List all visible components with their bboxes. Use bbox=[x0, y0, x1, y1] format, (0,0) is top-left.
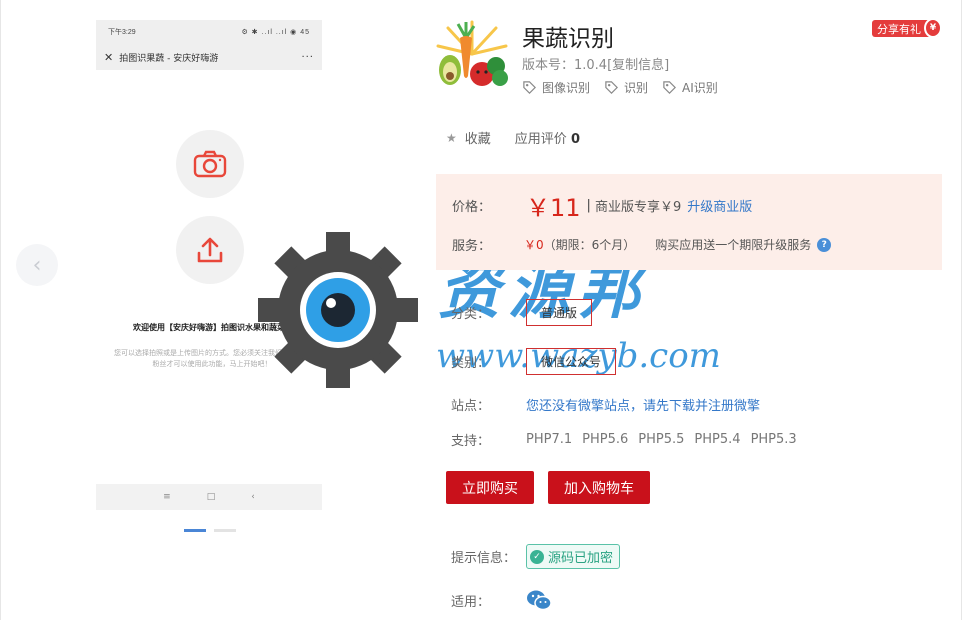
carousel-dots bbox=[184, 529, 236, 532]
rating-value: 0 bbox=[570, 132, 580, 147]
tag-icon bbox=[523, 81, 536, 94]
tag-icon bbox=[605, 81, 619, 94]
camera-icon bbox=[193, 150, 227, 178]
status-time: 下午3:29 bbox=[108, 29, 136, 36]
carousel-dot-1[interactable] bbox=[184, 529, 206, 532]
tag-label: 识别 bbox=[624, 81, 649, 95]
favorite-button[interactable]: ★ 收藏 bbox=[446, 128, 491, 148]
tag-item[interactable]: 图像识别 bbox=[522, 79, 590, 96]
service-period: （期限：6个月） bbox=[543, 238, 636, 252]
app-title: 果蔬识别 bbox=[522, 26, 614, 52]
phone-page-title: 拍图识果蔬 - 安庆好嗨游 bbox=[119, 53, 219, 64]
category-row: 类别： 微信公众号 bbox=[451, 348, 617, 375]
service-note: 购买应用送一个期限升级服务 bbox=[655, 238, 812, 252]
check-icon: ✓ bbox=[530, 549, 544, 564]
site-register-link[interactable]: 您还没有微擎站点，请先下载并注册微擎 bbox=[526, 395, 760, 414]
menu-icon: ≡ bbox=[163, 492, 171, 502]
help-icon[interactable]: ? bbox=[817, 237, 832, 252]
favorite-row: ★ 收藏 应用评价 0 bbox=[446, 128, 580, 148]
share-gift-badge[interactable]: 分享有礼 ¥ bbox=[872, 18, 942, 38]
php-version: PHP5.4 bbox=[694, 432, 741, 447]
price-value: ￥11 bbox=[526, 194, 581, 222]
pro-price: 商业版专享￥9 bbox=[594, 200, 682, 215]
service-label: 服务： bbox=[452, 239, 492, 254]
support-label: 支持： bbox=[451, 434, 491, 449]
support-row: 支持： PHP7.1 PHP5.6 PHP5.5 PHP5.4 PHP5.3 bbox=[451, 430, 797, 449]
hint-label: 提示信息： bbox=[451, 551, 517, 566]
carousel-prev-button[interactable]: ‹ bbox=[16, 244, 58, 286]
favorite-label: 收藏 bbox=[464, 132, 491, 147]
php-versions: PHP7.1 PHP5.6 PHP5.5 PHP5.4 PHP5.3 bbox=[526, 432, 797, 447]
price-row: 价格： ￥11 | 商业版专享￥9 升级商业版 bbox=[452, 188, 752, 223]
gift-icon: ¥ bbox=[924, 18, 942, 38]
upload-button bbox=[176, 216, 244, 284]
close-icon: ✕ bbox=[104, 50, 114, 64]
more-icon: ··· bbox=[301, 51, 314, 63]
phone-status-bar: 下午3:29 ⚙ ✱ ..ıl ..ıl ◉ 45 bbox=[96, 20, 322, 44]
edition-row: 分类： 普通版 bbox=[451, 299, 593, 326]
add-to-cart-button[interactable]: 加入购物车 bbox=[548, 471, 650, 504]
apply-label: 适用： bbox=[451, 594, 491, 610]
upgrade-link[interactable]: 升级商业版 bbox=[687, 196, 752, 215]
edition-label: 分类： bbox=[451, 307, 491, 322]
php-version: PHP7.1 bbox=[526, 432, 573, 447]
tag-label: AI识别 bbox=[682, 81, 718, 95]
tag-item[interactable]: 识别 bbox=[604, 79, 648, 96]
tag-label: 图像识别 bbox=[542, 81, 591, 95]
rating-label: 应用评价 bbox=[514, 132, 567, 147]
edition-option[interactable]: 普通版 bbox=[526, 299, 593, 326]
encrypted-label: 源码已加密 bbox=[548, 551, 614, 566]
version-label: 版本号：1.0.4 bbox=[522, 58, 608, 73]
rating[interactable]: 应用评价 0 bbox=[515, 128, 580, 147]
phone-nav-bar: ≡ □ ‹ bbox=[96, 484, 322, 510]
category-label: 类别： bbox=[451, 356, 491, 371]
site-row: 站点： 您还没有微擎站点，请先下载并注册微擎 bbox=[451, 395, 760, 414]
site-label: 站点： bbox=[451, 399, 491, 414]
hint-row: 提示信息： ✓ 源码已加密 bbox=[451, 544, 621, 569]
wechat-icon bbox=[527, 590, 552, 611]
php-version: PHP5.3 bbox=[750, 432, 797, 447]
price-label: 价格： bbox=[452, 200, 492, 215]
encrypted-badge: ✓ 源码已加密 bbox=[526, 544, 621, 569]
tag-item[interactable]: AI识别 bbox=[662, 79, 718, 96]
star-icon: ★ bbox=[446, 130, 457, 145]
copy-info-link[interactable]: [复制信息] bbox=[607, 58, 669, 73]
home-icon: □ bbox=[206, 492, 216, 502]
buy-now-button[interactable]: 立即购买 bbox=[446, 471, 534, 504]
version-info: 版本号：1.0.4[复制信息] bbox=[522, 54, 669, 73]
php-version: PHP5.6 bbox=[582, 432, 629, 447]
carousel-dot-2[interactable] bbox=[214, 529, 236, 532]
app-icon bbox=[436, 20, 508, 86]
category-option[interactable]: 微信公众号 bbox=[526, 348, 617, 375]
apply-row: 适用： bbox=[451, 589, 552, 611]
tag-icon bbox=[663, 81, 677, 94]
service-price: ￥0 bbox=[524, 238, 544, 252]
php-version: PHP5.5 bbox=[638, 432, 685, 447]
watermark-gear-logo bbox=[258, 232, 418, 388]
camera-button bbox=[176, 130, 244, 198]
upload-icon bbox=[197, 237, 223, 263]
price-panel: 价格： ￥11 | 商业版专享￥9 升级商业版 服务： ￥0 （期限：6个月） … bbox=[436, 174, 942, 270]
status-icons: ⚙ ✱ ..ıl ..ıl ◉ 45 bbox=[241, 29, 310, 36]
back-icon: ‹ bbox=[251, 492, 255, 502]
price-separator: | bbox=[586, 198, 591, 213]
share-label: 分享有礼 bbox=[877, 22, 921, 36]
service-row: 服务： ￥0 （期限：6个月） 购买应用送一个期限升级服务 ? bbox=[452, 235, 832, 254]
tag-list: 图像识别 识别 AI识别 bbox=[522, 79, 718, 96]
phone-title-bar: ✕ 拍图识果蔬 - 安庆好嗨游 ··· bbox=[96, 44, 322, 70]
